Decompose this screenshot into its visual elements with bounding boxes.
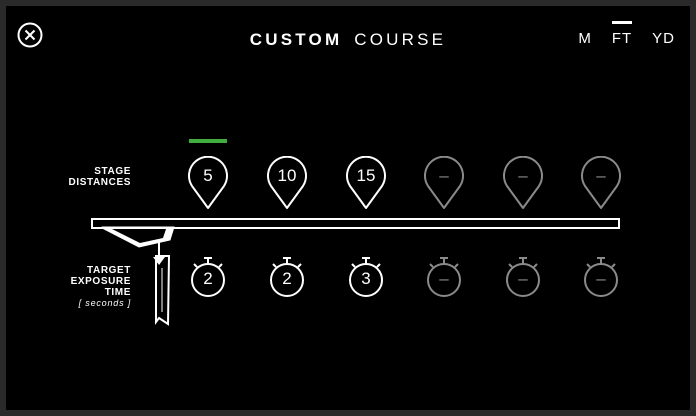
selected-stage-indicator bbox=[189, 139, 227, 143]
stage-time-6[interactable]: – bbox=[579, 253, 623, 299]
stage-distance-3[interactable]: 15 bbox=[344, 155, 388, 212]
stage-time-5[interactable]: – bbox=[501, 253, 545, 299]
stage-distance-2[interactable]: 10 bbox=[265, 155, 309, 212]
target-arrow-head bbox=[153, 257, 165, 265]
custom-course-panel: CUSTOM COURSE M FT YD STAGE DISTANCES TA… bbox=[6, 6, 690, 410]
stage-distance-value: – bbox=[518, 166, 528, 185]
stage-time-value: – bbox=[439, 269, 449, 288]
stage-distance-1[interactable]: 5 bbox=[186, 155, 230, 212]
stage-distance-value: – bbox=[596, 166, 606, 185]
stage-time-value: 3 bbox=[361, 269, 371, 288]
stage-time-value: 2 bbox=[282, 269, 292, 288]
stage-distance-6[interactable]: – bbox=[579, 155, 623, 212]
stage-distance-value: 10 bbox=[277, 166, 297, 185]
stage-time-value: – bbox=[596, 269, 606, 288]
stage-distance-value: 15 bbox=[356, 166, 376, 185]
stage-time-4[interactable]: – bbox=[422, 253, 466, 299]
stage-time-value: – bbox=[518, 269, 528, 288]
stage-distance-4[interactable]: – bbox=[422, 155, 466, 212]
stage-distance-5[interactable]: – bbox=[501, 155, 545, 212]
stage-time-3[interactable]: 3 bbox=[344, 253, 388, 299]
stage-time-1[interactable]: 2 bbox=[186, 253, 230, 299]
stage-distance-value: – bbox=[439, 166, 449, 185]
stage-time-2[interactable]: 2 bbox=[265, 253, 309, 299]
stage-distance-value: 5 bbox=[203, 166, 213, 185]
stage-time-value: 2 bbox=[203, 269, 213, 288]
